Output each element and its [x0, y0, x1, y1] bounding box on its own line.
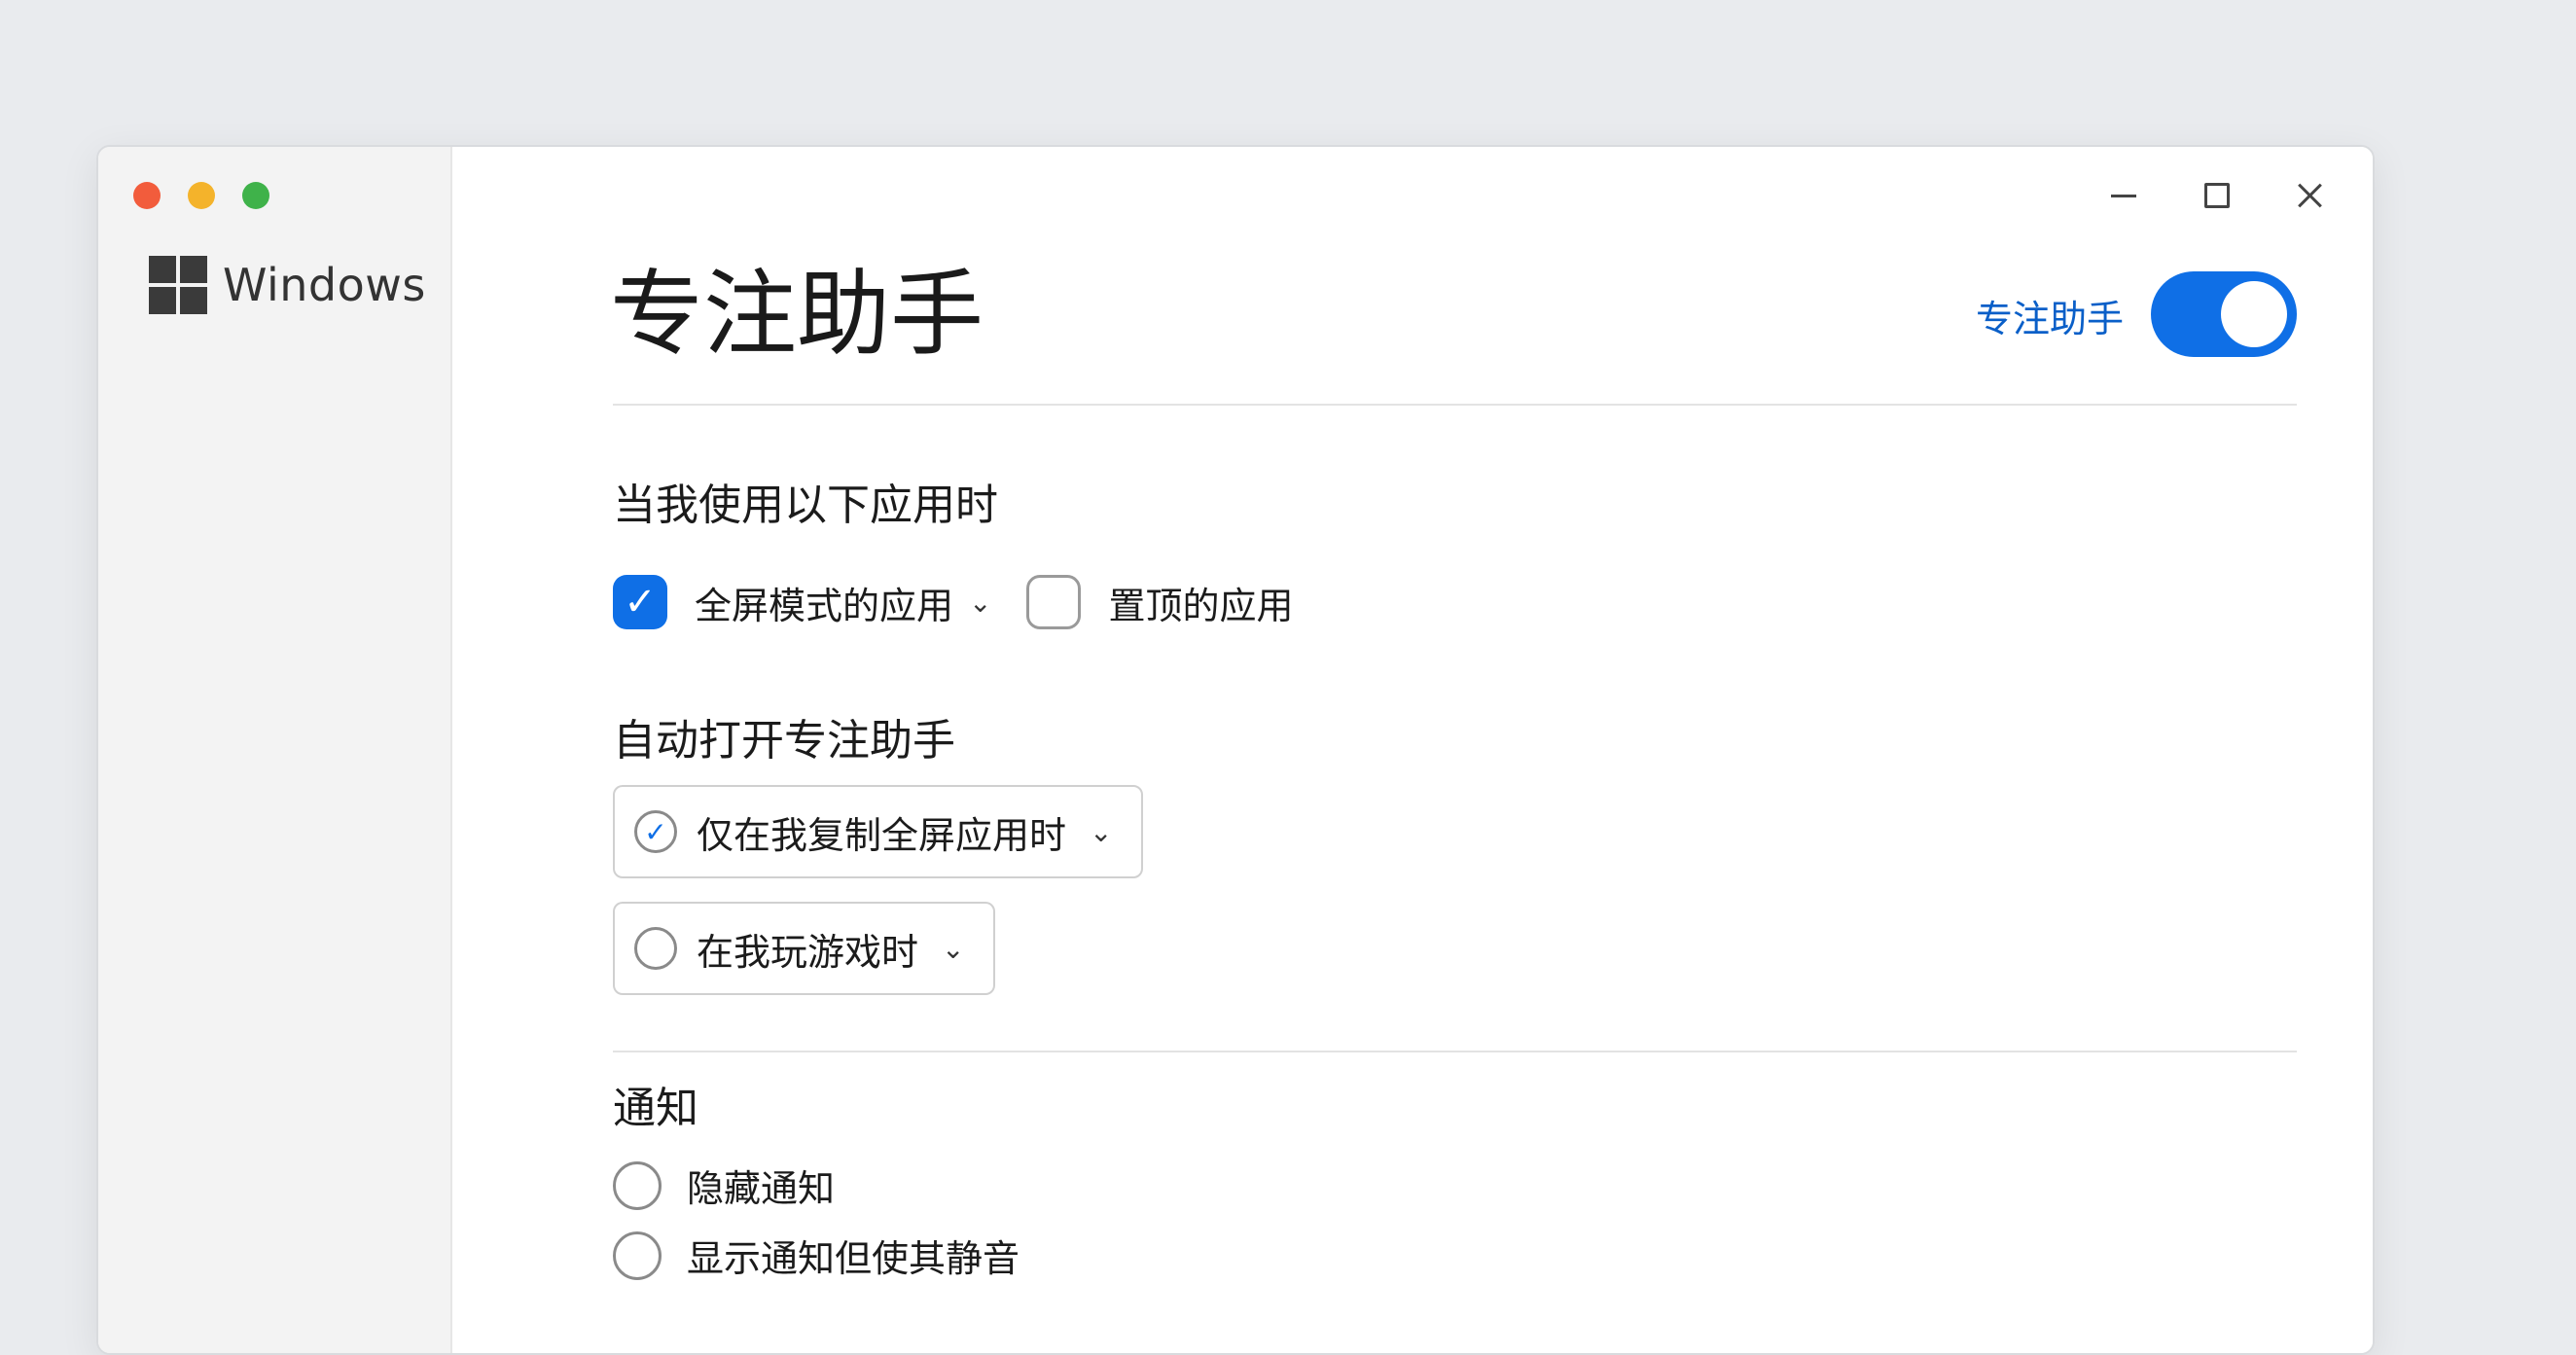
hide-notifications-radio[interactable]: [613, 1160, 662, 1210]
minimize-icon: [2111, 194, 2136, 197]
maximize-icon: [2204, 183, 2230, 208]
fullscreen-apps-label: 全屏模式的应用: [695, 584, 954, 627]
page-title: 专注助手: [610, 260, 984, 369]
zoom-dot-button[interactable]: [242, 182, 269, 209]
mute-notifications-radio[interactable]: [613, 1230, 662, 1280]
notify-section-heading: 通知: [613, 1084, 698, 1133]
hide-notifications-label: 隐藏通知: [687, 1167, 836, 1210]
chevron-down-icon[interactable]: ⌄: [969, 587, 991, 619]
focus-toggle-label[interactable]: 专注助手: [1976, 289, 2124, 342]
windows-logo-icon: [149, 256, 207, 314]
hide-notifications-option[interactable]: 隐藏通知: [613, 1159, 835, 1212]
chevron-down-icon: ⌄: [1090, 815, 1113, 848]
auto-section-heading: 自动打开专注助手: [613, 716, 955, 766]
settings-window: Windows 专注助手 专注助手 当我使用以下应用时 ✓ 全屏模式的应用 ⌄ …: [96, 145, 2375, 1355]
apps-section-heading: 当我使用以下应用时: [613, 481, 998, 530]
dup-check-icon: ✓: [634, 810, 677, 853]
mute-notifications-label: 显示通知但使其静音: [687, 1237, 1020, 1280]
mute-notifications-option[interactable]: 显示通知但使其静音: [613, 1229, 1020, 1282]
minimize-button[interactable]: [2094, 172, 2153, 219]
main-content: 专注助手 专注助手 当我使用以下应用时 ✓ 全屏模式的应用 ⌄ 置顶的应用 自动…: [452, 147, 2373, 1353]
windows-logo: Windows: [149, 256, 426, 314]
toggle-knob: [2221, 281, 2287, 347]
fullscreen-apps-checkbox[interactable]: ✓: [613, 575, 667, 629]
logo-text: Windows: [223, 259, 426, 311]
gaming-dropdown[interactable]: 在我玩游戏时 ⌄: [613, 902, 996, 995]
chevron-down-icon: ⌄: [942, 932, 965, 965]
header-divider: [613, 404, 2297, 406]
minimize-dot-button[interactable]: [188, 182, 215, 209]
close-icon: [2297, 182, 2324, 209]
fullscreen-dup-dropdown[interactable]: ✓ 仅在我复制全屏应用时 ⌄: [613, 785, 1144, 878]
close-button[interactable]: [2281, 172, 2340, 219]
maximize-button[interactable]: [2188, 172, 2246, 219]
topmost-apps-checkbox[interactable]: [1026, 575, 1082, 629]
gaming-label: 在我玩游戏时: [697, 930, 919, 974]
gaming-circle-icon: [634, 927, 677, 970]
close-dot-button[interactable]: [133, 182, 161, 209]
section-divider: [613, 1051, 2297, 1052]
topmost-apps-label: 置顶的应用: [1108, 584, 1294, 627]
fullscreen-dup-label: 仅在我复制全屏应用时: [697, 813, 1067, 857]
apps-options-row: ✓ 全屏模式的应用 ⌄ 置顶的应用: [613, 575, 1294, 629]
focus-assist-toggle[interactable]: [2151, 271, 2297, 357]
sidebar: Windows: [98, 147, 452, 1353]
check-icon: ✓: [624, 580, 657, 624]
